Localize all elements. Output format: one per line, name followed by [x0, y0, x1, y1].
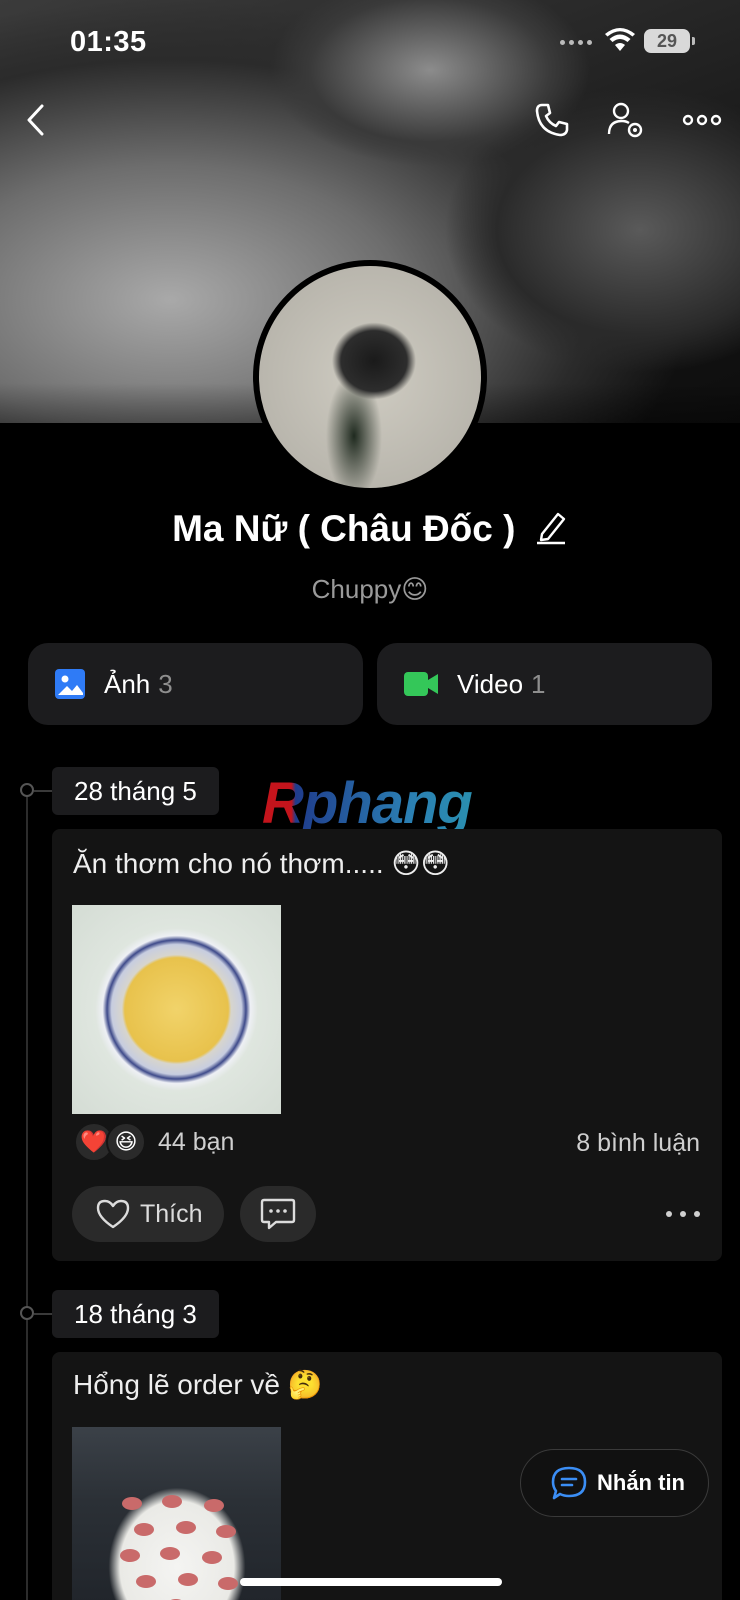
like-button[interactable]: Thích [72, 1186, 224, 1242]
chevron-left-icon [27, 104, 44, 136]
more-options-button[interactable] [678, 96, 726, 144]
post-text: Hổng lẽ order về 🤔 [73, 1369, 323, 1400]
photos-label: Ảnh [104, 668, 151, 699]
like-label: Thích [140, 1199, 203, 1228]
send-message-label: Nhắn tin [597, 1470, 685, 1495]
post-date-chip: 28 tháng 5 [52, 767, 219, 815]
comment-count[interactable]: 8 bình luận [576, 1129, 700, 1158]
avatar[interactable] [253, 260, 487, 494]
post-more-button[interactable] [666, 1199, 700, 1229]
shirt-print [112, 1487, 242, 1600]
post-image[interactable] [72, 1427, 281, 1600]
heart-outline-icon [96, 1199, 130, 1229]
user-gear-icon [607, 102, 643, 138]
status-bar: 01:35 29 [0, 0, 740, 84]
photos-button[interactable]: Ảnh 3 [28, 643, 363, 725]
videos-label: Video [457, 668, 524, 699]
phone-icon [535, 103, 569, 137]
laugh-reaction-icon: 😆 [106, 1122, 146, 1162]
edit-name-button[interactable] [534, 509, 568, 550]
pencil-icon [536, 512, 566, 544]
comment-button[interactable] [240, 1186, 316, 1242]
timeline-tick [34, 790, 52, 792]
profile-name: Ma Nữ ( Châu Đốc ) [172, 508, 516, 549]
timeline-dot [20, 1306, 34, 1320]
send-message-button[interactable]: Nhắn tin [520, 1449, 709, 1517]
image-icon [54, 668, 86, 700]
video-icon [403, 670, 439, 698]
comment-bubble-icon [260, 1198, 296, 1230]
post-date-chip: 18 tháng 3 [52, 1290, 219, 1338]
post-image[interactable] [72, 905, 281, 1114]
back-button[interactable] [12, 96, 60, 144]
call-button[interactable] [528, 96, 576, 144]
wifi-icon [604, 27, 636, 58]
profile-settings-button[interactable] [602, 96, 650, 144]
more-dots-icon [682, 114, 722, 126]
battery-icon: 29 [644, 29, 695, 53]
photos-count: 3 [158, 668, 173, 699]
timeline-tick [34, 1313, 52, 1315]
reaction-count: 44 bạn [158, 1127, 235, 1156]
timeline-dot [20, 783, 34, 797]
post-text: Ăn thơm cho nó thơm..... 😳😳 [73, 848, 450, 879]
profile-bio: Chuppy😊 [311, 574, 429, 604]
message-bubble-icon [551, 1466, 587, 1500]
signal-icon [560, 40, 592, 45]
timeline-line [26, 790, 28, 1600]
reactions-summary[interactable]: ❤️ 😆 44 bạn [74, 1122, 234, 1162]
videos-count: 1 [531, 668, 546, 699]
home-indicator[interactable] [240, 1578, 502, 1586]
watermark: Rphang [262, 771, 473, 836]
status-time: 01:35 [70, 26, 147, 58]
videos-button[interactable]: Video 1 [377, 643, 712, 725]
profile-name-row: Ma Nữ ( Châu Đốc ) [0, 508, 740, 554]
post-card[interactable]: Ăn thơm cho nó thơm..... 😳😳 ❤️ 😆 44 bạn … [52, 829, 722, 1261]
